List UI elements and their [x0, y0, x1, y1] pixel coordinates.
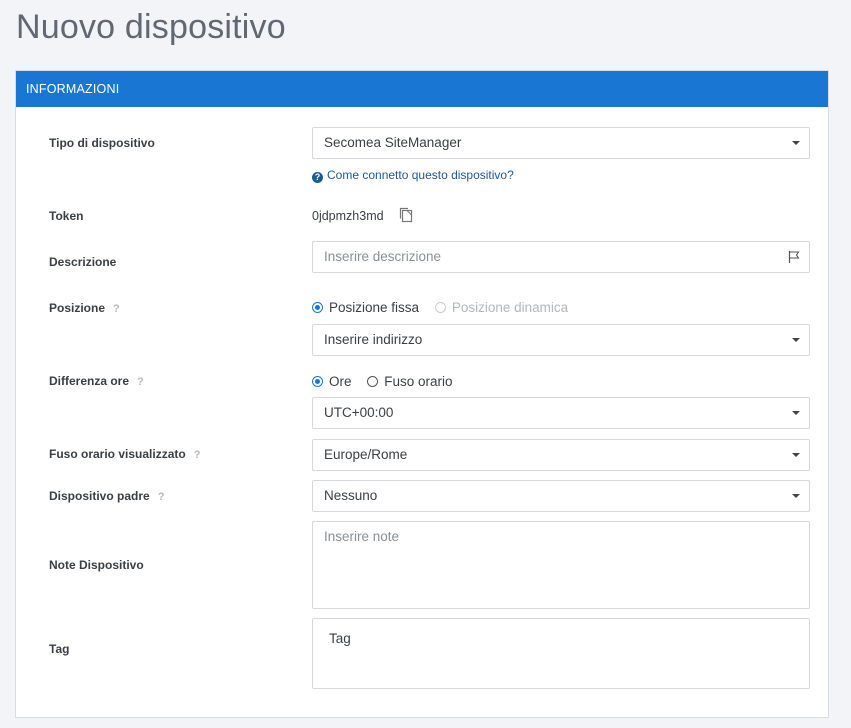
connect-help-text: Come connetto questo dispositivo?	[327, 168, 514, 182]
device-form-panel: INFORMAZIONI Tipo di dispositivo Secomea…	[15, 70, 829, 718]
connect-help-link[interactable]: ? Come connetto questo dispositivo?	[312, 168, 514, 183]
displayed-timezone-label: Fuso orario visualizzato?	[49, 447, 200, 461]
chevron-down-icon	[792, 411, 800, 415]
timezone-label: Fuso orario	[384, 374, 453, 389]
device-notes-textarea[interactable]: Inserire note	[312, 521, 810, 609]
description-label: Descrizione	[49, 255, 117, 269]
chevron-down-icon	[792, 338, 800, 342]
parent-device-label-text: Dispositivo padre	[49, 489, 150, 503]
address-placeholder: Inserire indirizzo	[324, 332, 423, 347]
radio-hours[interactable]: Ore	[312, 374, 352, 389]
chevron-down-icon	[792, 141, 800, 145]
displayed-timezone-select[interactable]: Europe/Rome	[312, 439, 810, 471]
device-type-value: Secomea SiteManager	[324, 135, 462, 150]
flag-icon[interactable]	[787, 250, 801, 264]
parent-device-value: Nessuno	[324, 488, 378, 503]
position-label: Posizione?	[49, 301, 120, 315]
panel-header: INFORMAZIONI	[16, 71, 828, 107]
question-icon[interactable]: ?	[158, 491, 165, 503]
radio-disabled-icon	[434, 302, 446, 313]
description-input[interactable]: Inserire descrizione	[312, 241, 810, 273]
displayed-timezone-label-text: Fuso orario visualizzato	[49, 447, 186, 461]
radio-selected-icon	[312, 376, 323, 387]
hours-label: Ore	[329, 374, 352, 389]
chevron-down-icon	[792, 494, 800, 498]
utc-offset-value: UTC+00:00	[324, 405, 394, 420]
radio-selected-icon	[312, 302, 323, 313]
token-label: Token	[49, 209, 84, 223]
time-difference-label-text: Differenza ore	[49, 374, 130, 388]
time-mode-radio-group: Ore Fuso orario	[312, 374, 465, 389]
chevron-down-icon	[792, 453, 800, 457]
fixed-position-label: Posizione fissa	[329, 300, 420, 315]
position-label-text: Posizione	[49, 301, 106, 315]
tag-placeholder: Tag	[329, 631, 351, 646]
dynamic-position-label: Posizione dinamica	[451, 300, 569, 315]
description-placeholder: Inserire descrizione	[324, 249, 442, 264]
radio-unselected-icon	[367, 376, 379, 387]
page-title: Nuovo dispositivo	[16, 8, 286, 46]
address-select[interactable]: Inserire indirizzo	[312, 324, 810, 356]
device-type-select[interactable]: Secomea SiteManager	[312, 127, 810, 159]
radio-dynamic-position: Posizione dinamica	[434, 300, 569, 315]
time-difference-label: Differenza ore?	[49, 374, 144, 388]
tag-label: Tag	[49, 642, 70, 656]
position-radio-group: Posizione fissa Posizione dinamica	[312, 300, 580, 315]
question-icon[interactable]: ?	[137, 376, 144, 388]
device-type-label: Tipo di dispositivo	[49, 136, 155, 150]
displayed-timezone-value: Europe/Rome	[324, 447, 408, 462]
tag-input[interactable]: Tag	[312, 618, 810, 689]
device-notes-label: Note Dispositivo	[49, 558, 144, 572]
question-icon[interactable]: ?	[194, 449, 201, 461]
question-icon[interactable]: ?	[113, 303, 120, 315]
token-value: 0jdpmzh3md	[312, 209, 384, 223]
radio-fixed-position[interactable]: Posizione fissa	[312, 300, 419, 315]
parent-device-select[interactable]: Nessuno	[312, 480, 810, 512]
parent-device-label: Dispositivo padre?	[49, 489, 164, 503]
utc-offset-select[interactable]: UTC+00:00	[312, 397, 810, 429]
device-notes-placeholder: Inserire note	[324, 529, 400, 544]
radio-timezone[interactable]: Fuso orario	[367, 374, 453, 389]
copy-icon[interactable]	[397, 206, 415, 224]
help-circle-icon: ?	[312, 172, 323, 183]
